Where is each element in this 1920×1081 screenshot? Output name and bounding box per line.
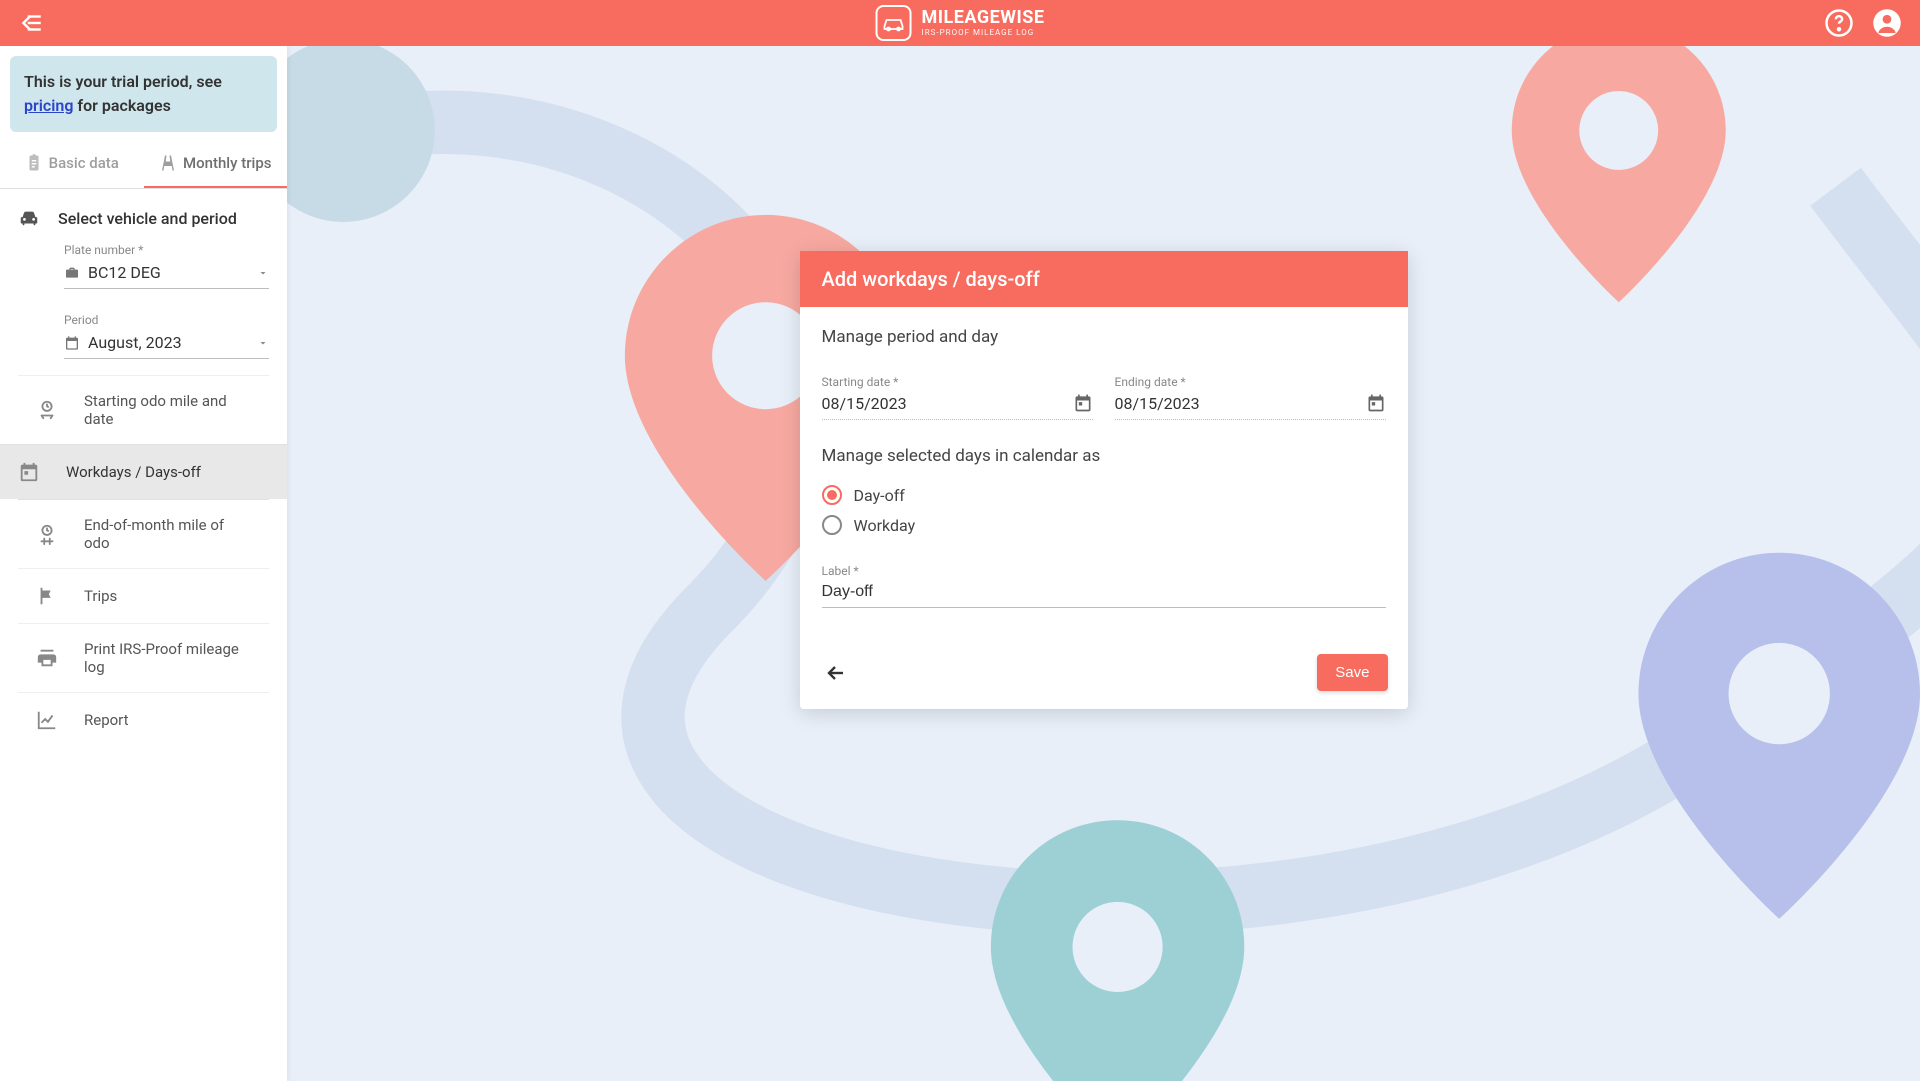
nav-label: Starting odo mile and date (84, 392, 251, 428)
radio-circle-icon (822, 515, 842, 535)
starting-date-field[interactable]: Starting date * 08/15/2023 (822, 375, 1093, 420)
label-field-label: Label * (822, 564, 1386, 578)
car-icon (18, 207, 40, 229)
road-icon (159, 154, 177, 172)
calendar-range-icon (18, 461, 44, 483)
calendar-picker-icon[interactable] (1366, 393, 1386, 413)
calendar-icon (64, 335, 80, 351)
manage-period-title: Manage period and day (822, 327, 1386, 347)
brand-name: MILEAGEWISE (922, 9, 1045, 27)
workdays-modal: Add workdays / days-off Manage period an… (800, 251, 1408, 709)
plate-select[interactable]: BC12 DEG (64, 259, 269, 289)
arrow-left-icon (824, 661, 848, 685)
odometer-end-icon (36, 523, 62, 545)
car-logo-icon (876, 5, 912, 41)
main-layout: This is your trial period, see pricing f… (0, 46, 1920, 1081)
nav-label: Print IRS-Proof mileage log (84, 640, 251, 676)
back-button[interactable] (820, 657, 852, 689)
radio-workday-label: Workday (854, 516, 916, 535)
pricing-link[interactable]: pricing (24, 96, 73, 115)
nav-report[interactable]: Report (18, 692, 269, 747)
starting-date-label: Starting date * (822, 375, 1093, 389)
chevron-down-icon (257, 337, 269, 349)
sidebar: This is your trial period, see pricing f… (0, 46, 287, 1081)
app-header: MILEAGEWISE IRS-PROOF MILEAGE LOG (0, 0, 1920, 46)
chart-line-icon (36, 709, 62, 731)
save-button[interactable]: Save (1317, 654, 1387, 691)
briefcase-icon (64, 265, 80, 281)
ending-date-field[interactable]: Ending date * 08/15/2023 (1115, 375, 1386, 420)
logo[interactable]: MILEAGEWISE IRS-PROOF MILEAGE LOG (876, 5, 1045, 41)
tab-monthly-label: Monthly trips (183, 154, 271, 172)
period-select[interactable]: August, 2023 (64, 329, 269, 359)
tab-basic-data[interactable]: Basic data (0, 138, 144, 188)
ending-date-label: Ending date * (1115, 375, 1386, 389)
nav-end-month-odo[interactable]: End-of-month mile of odo (18, 499, 269, 568)
calendar-picker-icon[interactable] (1073, 393, 1093, 413)
nav-label: Workdays / Days-off (66, 463, 201, 481)
section-title-label: Select vehicle and period (58, 209, 237, 228)
account-button[interactable] (1872, 8, 1902, 38)
flag-icon (36, 585, 62, 607)
content-area: Add workdays / days-off Manage period an… (287, 46, 1920, 1081)
printer-icon (36, 647, 62, 669)
sidebar-tabs: Basic data Monthly trips (0, 138, 287, 189)
period-value: August, 2023 (88, 333, 182, 352)
starting-date-value: 08/15/2023 (822, 394, 907, 413)
brand-tagline: IRS-PROOF MILEAGE LOG (922, 29, 1045, 37)
radio-group-title: Manage selected days in calendar as (822, 446, 1386, 466)
modal-title: Add workdays / days-off (800, 251, 1408, 307)
radio-dayoff[interactable]: Day-off (822, 480, 1386, 510)
radio-circle-icon (822, 485, 842, 505)
plate-label: Plate number * (64, 243, 269, 257)
tab-monthly-trips[interactable]: Monthly trips (144, 138, 288, 188)
sidebar-nav: Starting odo mile and date Workdays / Da… (0, 375, 287, 747)
nav-starting-odo[interactable]: Starting odo mile and date (18, 375, 269, 444)
help-button[interactable] (1824, 8, 1854, 38)
nav-trips[interactable]: Trips (18, 568, 269, 623)
nav-print-log[interactable]: Print IRS-Proof mileage log (18, 623, 269, 692)
trial-text-after: for packages (73, 96, 170, 115)
tab-basic-label: Basic data (49, 154, 119, 172)
section-select-vehicle: Select vehicle and period (0, 189, 287, 239)
period-label: Period (64, 313, 269, 327)
chevron-down-icon (257, 267, 269, 279)
nav-label: End-of-month mile of odo (84, 516, 251, 552)
logo-text: MILEAGEWISE IRS-PROOF MILEAGE LOG (922, 9, 1045, 37)
clipboard-icon (25, 154, 43, 172)
nav-label: Trips (84, 587, 117, 605)
plate-value: BC12 DEG (88, 263, 161, 282)
radio-dayoff-label: Day-off (854, 486, 905, 505)
radio-workday[interactable]: Workday (822, 510, 1386, 540)
ending-date-value: 08/15/2023 (1115, 394, 1200, 413)
collapse-sidebar-button[interactable] (18, 10, 44, 36)
odometer-start-icon (36, 399, 62, 421)
nav-workdays-daysoff[interactable]: Workdays / Days-off (0, 444, 287, 499)
trial-banner: This is your trial period, see pricing f… (10, 56, 277, 132)
nav-label: Report (84, 711, 129, 729)
trial-text-before: This is your trial period, see (24, 72, 222, 91)
day-type-radio-group: Day-off Workday (822, 480, 1386, 540)
label-input[interactable] (822, 583, 1386, 601)
